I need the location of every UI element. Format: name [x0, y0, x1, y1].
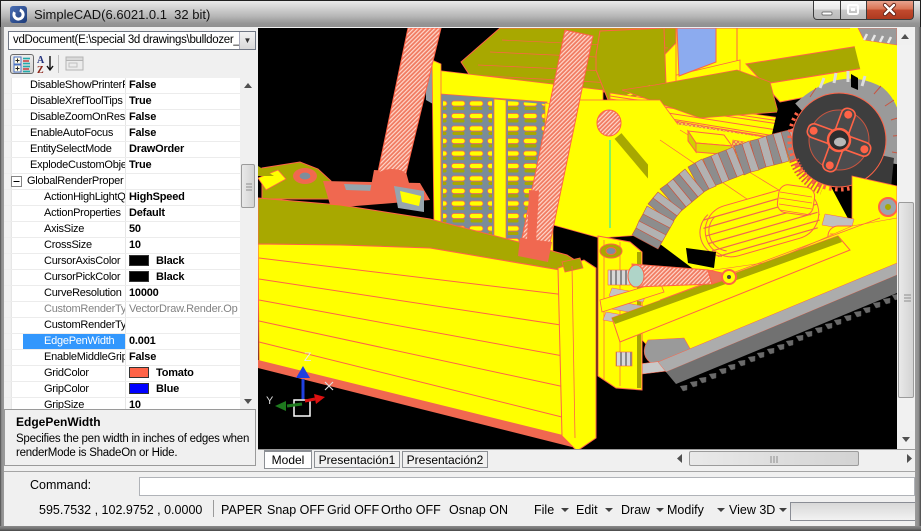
svg-text:Z: Z — [304, 350, 311, 364]
svg-text:Y: Y — [266, 395, 274, 407]
svg-text:Z: Z — [37, 65, 44, 74]
